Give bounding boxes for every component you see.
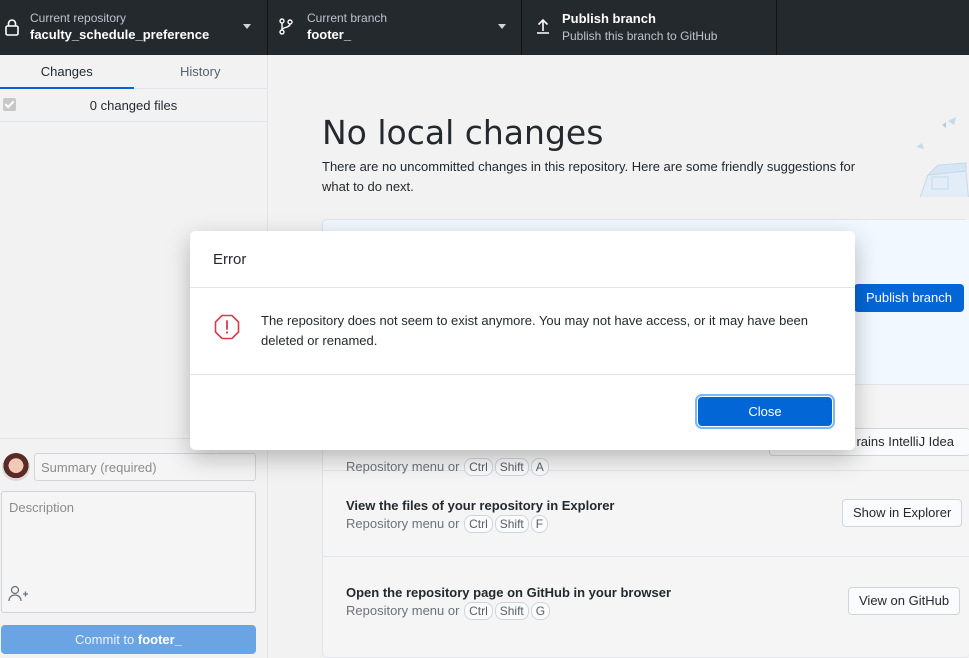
error-icon: [214, 314, 240, 340]
current-branch-button[interactable]: Current branch footer_: [268, 0, 522, 55]
suggestion-hint: Repository menu or Ctrl Shift G: [346, 602, 551, 620]
changed-files-count: 0 changed files: [89, 97, 178, 113]
kbd-ctrl: Ctrl: [464, 515, 493, 533]
open-in-editor-label: rains IntelliJ Idea: [856, 434, 954, 449]
empty-state-illustration: [916, 117, 969, 197]
dialog-body: The repository does not seem to exist an…: [190, 288, 855, 375]
changed-files-header: 0 changed files: [0, 89, 267, 122]
suggestion-hint: Repository menu or Ctrl Shift F: [346, 515, 549, 533]
dialog-message: The repository does not seem to exist an…: [261, 313, 809, 348]
suggestion-view-github: Open the repository page on GitHub in yo…: [323, 557, 969, 643]
commit-button[interactable]: Commit to footer_: [1, 625, 256, 654]
commit-branch: footer_: [137, 632, 182, 647]
kbd-shift: Shift: [494, 515, 529, 533]
page-subtitle: There are no uncommitted changes in this…: [322, 159, 856, 194]
upload-icon: [537, 18, 549, 34]
view-on-github-button[interactable]: View on GitHub: [848, 587, 961, 615]
summary-input[interactable]: Summary (required): [34, 453, 256, 481]
publish-branch-title: Publish branch: [562, 11, 656, 26]
kbd-g: G: [530, 602, 551, 620]
publish-branch-toolbar-button[interactable]: Publish branch Publish this branch to Gi…: [522, 0, 777, 55]
select-all-checkbox[interactable]: [3, 98, 16, 111]
branch-name: footer_: [307, 27, 352, 42]
caret-down-icon: [243, 24, 251, 29]
tab-changes[interactable]: Changes: [0, 55, 134, 89]
commit-prefix: Commit to: [75, 632, 138, 647]
error-dialog: Error The repository does not seem to ex…: [190, 231, 855, 450]
add-coauthor-icon[interactable]: [8, 585, 28, 603]
description-input[interactable]: Description: [1, 491, 256, 613]
git-branch-icon: [279, 18, 293, 35]
publish-branch-button[interactable]: Publish branch: [854, 284, 964, 312]
suggestion-show-explorer: View the files of your repository in Exp…: [323, 471, 969, 557]
repository-label: Current repository: [30, 11, 127, 25]
tab-history[interactable]: History: [134, 55, 268, 88]
suggestion-title: Open the repository page on GitHub in yo…: [346, 585, 672, 600]
caret-down-icon: [498, 24, 506, 29]
page-title: No local changes: [322, 113, 604, 152]
close-button[interactable]: Close: [698, 397, 832, 426]
current-repository-button[interactable]: Current repository faculty_schedule_pref…: [0, 0, 268, 55]
kbd-shift: Shift: [494, 602, 529, 620]
avatar: [2, 453, 30, 481]
show-in-explorer-button[interactable]: Show in Explorer: [842, 499, 963, 527]
lock-icon: [5, 19, 19, 36]
sidebar-tabs: Changes History: [0, 55, 267, 89]
commit-form: Summary (required) Description Commit to…: [0, 438, 267, 658]
hint-text: Repository menu or: [346, 516, 460, 531]
repository-name: faculty_schedule_preference: [30, 27, 210, 42]
hint-text: Repository menu or: [346, 603, 460, 618]
publish-branch-subtitle: Publish this branch to GitHub: [562, 29, 718, 43]
branch-label: Current branch: [307, 11, 388, 25]
toolbar: Current repository faculty_schedule_pref…: [0, 0, 969, 55]
kbd-ctrl: Ctrl: [464, 602, 493, 620]
dialog-title: Error: [190, 231, 855, 288]
kbd-f: F: [530, 515, 549, 533]
suggestion-title: View the files of your repository in Exp…: [346, 498, 615, 513]
